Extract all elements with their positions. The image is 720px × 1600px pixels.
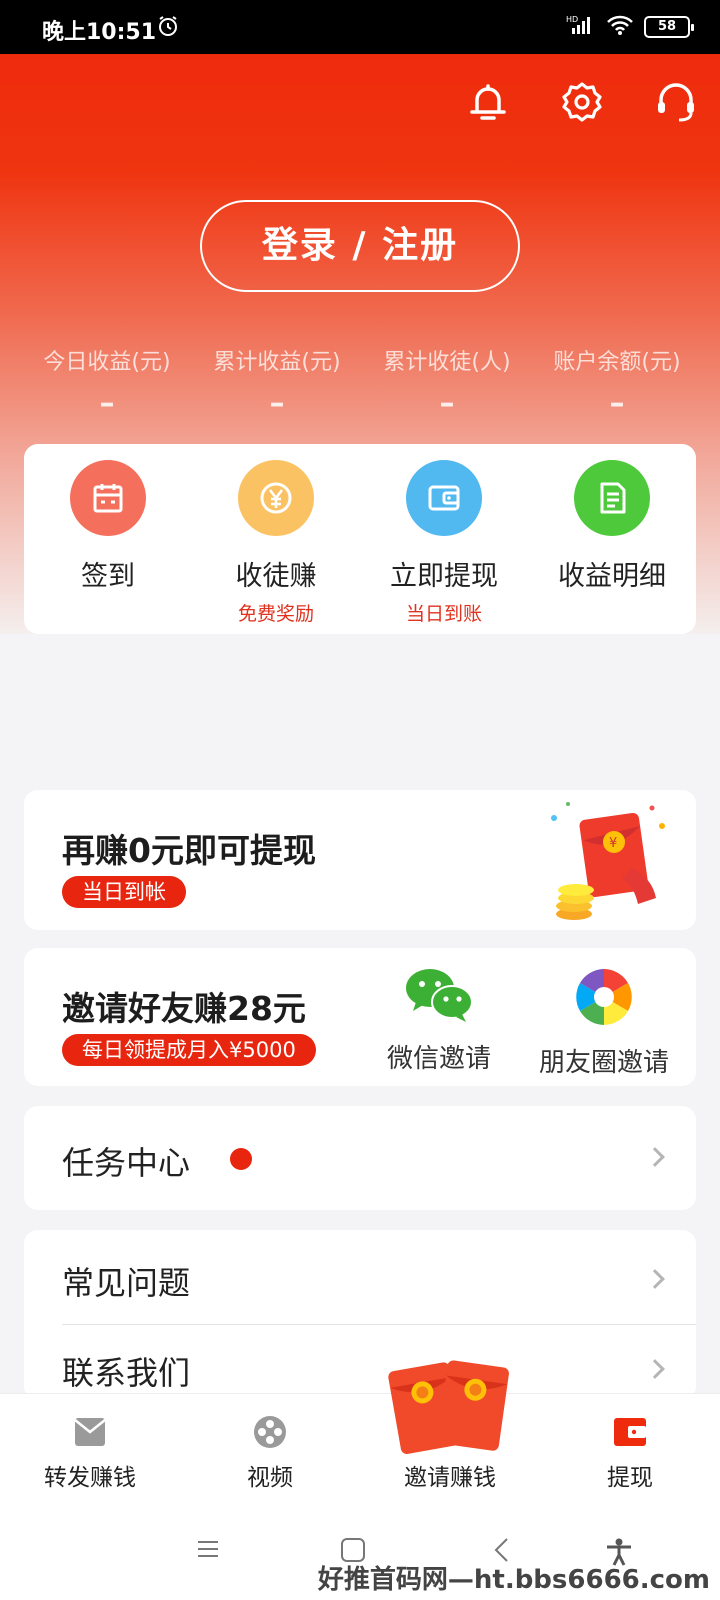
withdraw-badge: 当日到帐 (62, 876, 186, 908)
quick-action-label: 签到 (81, 561, 135, 592)
quick-action-sub: 当日到账 (405, 603, 482, 625)
moments-invite-label: 朋友圈邀请 (538, 1048, 669, 1078)
withdraw-progress-card[interactable]: 再赚0元即可提现 当日到帐 ¥ (24, 790, 696, 930)
battery-indicator: 58 (644, 16, 694, 38)
tab-label: 转发赚钱 (44, 1465, 136, 1491)
chevron-right-icon (645, 1269, 665, 1289)
wechat-icon (404, 969, 474, 1028)
tab-video[interactable]: 视频 (180, 1394, 360, 1505)
quick-action-recruit[interactable]: 收徒赚 免费奖励 (192, 460, 360, 634)
quick-action-label: 立即提现 (390, 561, 498, 592)
alarm-icon (156, 14, 180, 42)
invite-badge: 每日领提成月入¥5000 (62, 1034, 316, 1066)
wifi-icon (606, 14, 634, 40)
stat-label: 累计收益(元) (213, 350, 341, 375)
invite-friends-card: 邀请好友赚28元 每日领提成月入¥5000 微信邀请 朋友圈邀请 (24, 948, 696, 1086)
menu-icon[interactable] (196, 1537, 220, 1565)
stat-label: 今日收益(元) (43, 350, 171, 375)
status-time: 晚上10:51 (42, 20, 157, 45)
stat-label: 账户余额(元) (553, 350, 681, 375)
film-reel-icon (252, 1414, 288, 1450)
invite-title: 邀请好友赚28元 (62, 989, 306, 1028)
stat-value: – (609, 386, 625, 421)
quick-action-earnings-detail[interactable]: 收益明细 (528, 460, 696, 634)
stat-account-balance: 账户余额(元) – (532, 344, 702, 421)
signal-icon: HD (566, 14, 596, 40)
yen-coin-icon (238, 460, 314, 536)
divider (62, 1324, 696, 1325)
tab-label: 邀请赚钱 (404, 1465, 496, 1491)
moments-icon (573, 969, 635, 1032)
stat-value: – (439, 386, 455, 421)
status-bar: 晚上10:51 HD 58 (0, 0, 720, 54)
red-packet-coins-illustration: ¥ (534, 796, 674, 926)
wechat-invite-button[interactable]: 微信邀请 (374, 966, 504, 1075)
system-navigation-bar: 好推首码网—ht.bbs6666.com (0, 1505, 720, 1600)
stat-label: 累计收徒(人) (383, 350, 511, 375)
document-icon (574, 460, 650, 536)
quick-action-sub: 免费奖励 (237, 603, 314, 625)
task-center-label: 任务中心 (62, 1144, 191, 1182)
calendar-icon (70, 460, 146, 536)
notification-dot (230, 1148, 252, 1170)
red-packet-icon[interactable] (386, 1352, 516, 1462)
stat-total-earnings: 累计收益(元) – (192, 344, 362, 421)
task-center-row[interactable]: 任务中心 (24, 1106, 696, 1210)
quick-action-checkin[interactable]: 签到 (24, 460, 192, 634)
withdraw-title: 再赚0元即可提现 (62, 831, 316, 870)
gear-icon[interactable] (560, 80, 604, 124)
faq-label: 常见问题 (62, 1264, 191, 1302)
moments-invite-button[interactable]: 朋友圈邀请 (524, 966, 684, 1079)
header-actions (466, 80, 698, 124)
svg-text:¥: ¥ (609, 836, 617, 851)
wechat-invite-label: 微信邀请 (386, 1044, 491, 1074)
stat-total-apprentices: 累计收徒(人) – (362, 344, 532, 421)
stat-value: – (99, 386, 115, 421)
envelope-icon (72, 1414, 108, 1450)
tab-withdraw[interactable]: 提现 (540, 1394, 720, 1505)
bell-icon[interactable] (466, 80, 510, 124)
quick-action-label: 收徒赚 (235, 561, 317, 592)
bottom-tab-bar: 转发赚钱 视频 邀请赚钱 提现 (0, 1393, 720, 1505)
watermark-text: 好推首码网—ht.bbs6666.com (317, 1565, 710, 1595)
quick-action-label: 收益明细 (558, 561, 666, 592)
earnings-stats: 今日收益(元) – 累计收益(元) – 累计收徒(人) – 账户余额(元) – (22, 344, 702, 421)
stat-value: – (269, 386, 285, 421)
tab-share-earn[interactable]: 转发赚钱 (0, 1394, 180, 1505)
wallet-icon (612, 1414, 648, 1450)
stat-today-earnings: 今日收益(元) – (22, 344, 192, 421)
tab-label: 提现 (607, 1465, 653, 1491)
chevron-right-icon (645, 1359, 665, 1379)
help-menu-card: 常见问题 联系我们 (24, 1230, 696, 1400)
wallet-icon (406, 460, 482, 536)
contact-label: 联系我们 (62, 1354, 191, 1392)
quick-actions-card: 签到 收徒赚 免费奖励 立即提现 当日到账 收益明细 (24, 444, 696, 634)
quick-action-withdraw[interactable]: 立即提现 当日到账 (360, 460, 528, 634)
headset-icon[interactable] (654, 80, 698, 124)
svg-text:HD: HD (566, 15, 578, 24)
login-register-button[interactable]: 登录 / 注册 (200, 200, 520, 292)
tab-label: 视频 (247, 1465, 293, 1491)
chevron-right-icon (645, 1147, 665, 1167)
